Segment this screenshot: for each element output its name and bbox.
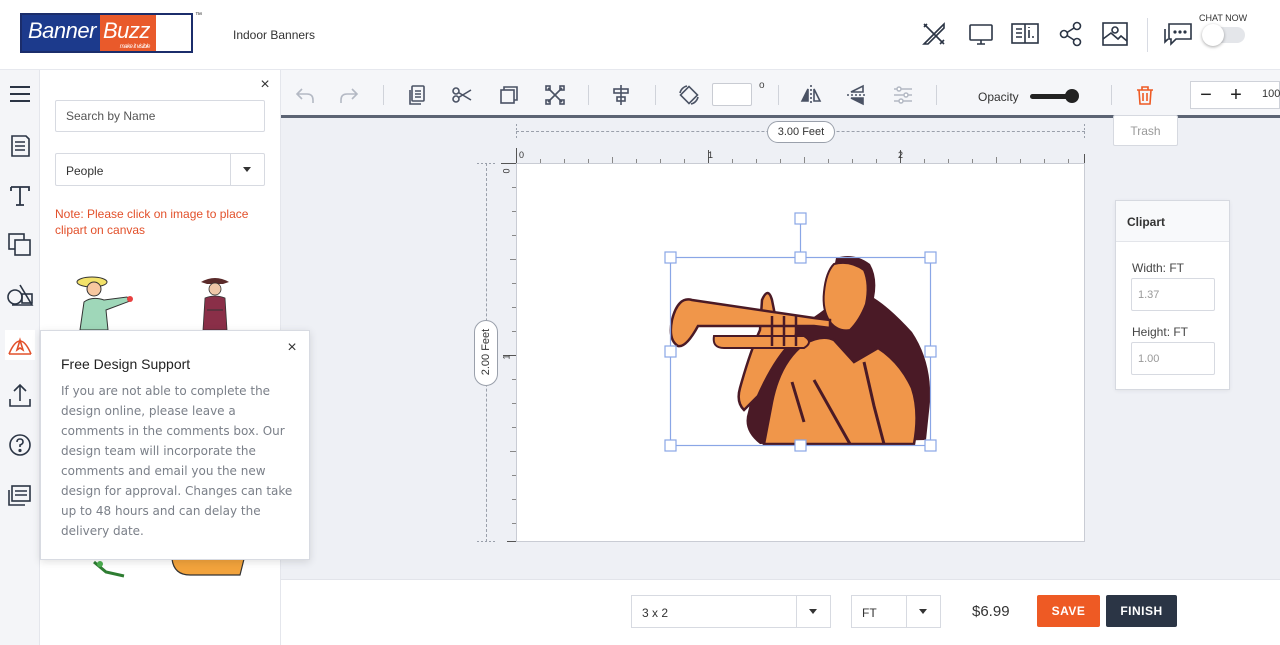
templates-icon[interactable] [5,131,35,161]
clipart-thumb-man-pointing[interactable] [72,272,136,330]
logo-buzz-word: Buzz [102,18,150,43]
logo-text-buzz: Buzz make it visible [99,15,156,51]
ruler-v-label: 0 [501,168,512,174]
clipart-category-select[interactable]: People [55,153,265,186]
delete-x-icon[interactable] [543,83,567,107]
height-label: Height: FT [1132,325,1189,339]
duplicate-icon[interactable] [497,83,521,107]
rotate-icon[interactable] [677,83,701,107]
clipart-thumb-plant[interactable] [90,560,130,580]
zoom-out-button[interactable]: − [1191,82,1221,108]
vertical-ruler [501,163,516,542]
clipart-properties-panel: Clipart Width: FT Height: FT [1115,200,1230,390]
breadcrumb-product[interactable]: Indoor Banners [233,28,315,42]
clipart-note: Note: Please click on image to place cli… [55,207,249,237]
shapes-icon[interactable] [5,281,35,311]
trash-tooltip: Trash [1113,115,1178,146]
save-button[interactable]: SAVE [1037,595,1100,627]
logo-text-banner: Banner [22,15,100,51]
toolbar-divider [778,85,779,105]
opacity-slider-handle[interactable] [1065,89,1079,103]
ruler-h-label: 2 [898,150,904,160]
ruler-v-label: 1 [501,354,512,360]
toolbar-divider [936,85,937,105]
trash-icon[interactable] [1133,83,1157,107]
redo-icon[interactable] [337,83,361,107]
flip-vertical-icon[interactable] [845,83,869,107]
unit-select[interactable]: FT [851,595,941,628]
chat-toggle[interactable] [1202,24,1245,46]
book-info-icon[interactable] [1010,20,1039,48]
support-title: Free Design Support [61,356,191,372]
ruler-h-label: 1 [708,150,714,160]
toolbar-divider [655,85,656,105]
size-select[interactable]: 3 x 2 [631,595,831,628]
desktop-preview-icon[interactable] [967,20,995,48]
zoom-value: 100 [1262,88,1280,100]
width-label: Width: FT [1132,261,1185,275]
adjust-sliders-icon[interactable] [891,83,915,107]
toolbar-divider [383,85,384,105]
unit-value: FT [862,606,877,620]
comments-icon[interactable] [5,481,35,511]
toolbar-divider [588,85,589,105]
chevron-down-icon [230,154,264,185]
clipart-icon[interactable] [5,330,35,360]
chat-icon[interactable] [1162,20,1192,48]
upload-icon[interactable] [5,381,35,411]
text-tool-icon[interactable] [5,181,35,211]
properties-header: Clipart [1116,201,1229,242]
height-dimension-text: 2.00 Feet [480,328,492,376]
toolbar-divider [1111,85,1112,105]
price-value: $6.99 [972,603,1010,620]
horizontal-ruler [516,148,1085,163]
chevron-down-icon [906,596,940,627]
chat-now-label: CHAT NOW [1199,13,1248,23]
image-preview-icon[interactable] [1100,20,1128,48]
size-value: 3 x 2 [642,606,669,620]
finish-button[interactable]: FINISH [1106,595,1177,627]
logo-tagline: make it visible [119,44,151,50]
help-icon[interactable] [5,430,35,460]
panel-close-icon[interactable]: × [258,77,272,93]
edit-toolbar [281,70,1280,118]
support-close-icon[interactable]: × [285,339,299,357]
share-icon[interactable] [1057,20,1085,48]
ruler-h-label: 0 [519,150,525,160]
chevron-down-icon [796,596,830,627]
degree-symbol: o [759,80,765,91]
support-text: If you are not able to complete the desi… [61,384,293,538]
trademark: ™ [195,12,202,19]
paste-icon[interactable] [405,83,429,107]
design-tools-icon[interactable] [920,20,948,48]
align-center-icon[interactable] [609,83,633,107]
category-value: People [66,164,104,178]
rotation-angle-input[interactable] [712,83,752,106]
menu-icon[interactable] [5,80,35,110]
layers-icon[interactable] [5,230,35,260]
zoom-in-button[interactable]: + [1221,82,1251,108]
width-input[interactable] [1131,278,1215,311]
design-support-popover: × Free Design Support If you are not abl… [40,330,310,560]
undo-icon[interactable] [293,83,317,107]
opacity-label: Opacity [978,90,1019,104]
height-input[interactable] [1131,342,1215,375]
clipart-search-input[interactable] [55,100,265,132]
height-dimension-label: 2.00 Feet [474,320,498,386]
placed-clipart-trumpet-player[interactable] [664,212,940,458]
properties-title: Clipart [1127,215,1166,229]
bannerbuzz-logo[interactable]: Banner Buzz make it visible [20,13,193,53]
flip-horizontal-icon[interactable] [799,83,823,107]
width-dimension-label: 3.00 Feet [767,121,835,143]
header-divider [1147,18,1148,52]
clipart-thumb-cowboy[interactable] [195,272,235,330]
cut-icon[interactable] [450,83,474,107]
